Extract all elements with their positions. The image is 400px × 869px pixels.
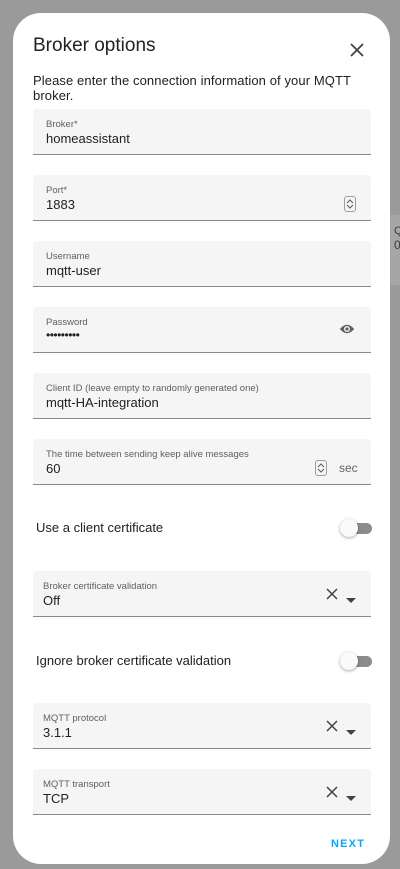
keepalive-stepper-icon[interactable] bbox=[315, 460, 327, 476]
toggle-thumb bbox=[340, 519, 358, 537]
mqtt-protocol-value: 3.1.1 bbox=[43, 725, 72, 740]
mqtt-transport-value: TCP bbox=[43, 791, 69, 806]
keepalive-value: 60 bbox=[46, 461, 61, 476]
background-text: Q bbox=[394, 225, 400, 237]
clear-icon[interactable] bbox=[326, 587, 338, 605]
keepalive-field[interactable]: The time between sending keep alive mess… bbox=[33, 439, 371, 485]
close-button[interactable] bbox=[342, 35, 372, 65]
username-value: mqtt-user bbox=[46, 263, 101, 278]
port-value: 1883 bbox=[46, 197, 75, 212]
use-client-certificate-toggle[interactable] bbox=[340, 519, 374, 537]
next-button[interactable]: NEXT bbox=[331, 838, 365, 850]
broker-cert-validation-select[interactable]: Broker certificate validation Off bbox=[33, 571, 371, 617]
broker-cert-validation-value: Off bbox=[43, 593, 61, 608]
broker-cert-validation-label: Broker certificate validation bbox=[43, 581, 158, 592]
client-id-field[interactable]: Client ID (leave empty to randomly gener… bbox=[33, 373, 371, 419]
username-label: Username bbox=[46, 251, 90, 262]
keepalive-label: The time between sending keep alive mess… bbox=[46, 449, 249, 460]
mqtt-protocol-label: MQTT protocol bbox=[43, 713, 107, 724]
toggle-thumb bbox=[340, 652, 358, 670]
mqtt-transport-select[interactable]: MQTT transport TCP bbox=[33, 769, 371, 815]
password-value: ••••••••• bbox=[46, 328, 80, 342]
clear-icon[interactable] bbox=[326, 719, 338, 737]
broker-field[interactable]: Broker* homeassistant bbox=[33, 109, 371, 155]
show-password-icon[interactable] bbox=[339, 322, 355, 340]
keepalive-suffix: sec bbox=[339, 461, 358, 475]
dropdown-arrow-icon[interactable] bbox=[346, 723, 356, 741]
port-stepper-icon[interactable] bbox=[344, 196, 356, 212]
dialog-description: Please enter the connection information … bbox=[33, 73, 351, 103]
background-text: 0 bbox=[394, 238, 400, 252]
mqtt-transport-label: MQTT transport bbox=[43, 779, 110, 790]
dialog-title: Broker options bbox=[33, 35, 156, 56]
clear-icon[interactable] bbox=[326, 785, 338, 803]
broker-value: homeassistant bbox=[46, 131, 130, 146]
client-id-label: Client ID (leave empty to randomly gener… bbox=[46, 383, 259, 394]
use-client-certificate-label: Use a client certificate bbox=[36, 520, 164, 535]
broker-options-dialog: Broker options Please enter the connecti… bbox=[13, 13, 390, 864]
ignore-broker-cert-validation-label: Ignore broker certificate validation bbox=[36, 653, 232, 668]
ignore-broker-cert-validation-toggle[interactable] bbox=[340, 652, 374, 670]
mqtt-protocol-select[interactable]: MQTT protocol 3.1.1 bbox=[33, 703, 371, 749]
port-field[interactable]: Port* 1883 bbox=[33, 175, 371, 221]
password-field[interactable]: Password ••••••••• bbox=[33, 307, 371, 353]
password-label: Password bbox=[46, 317, 88, 328]
broker-label: Broker* bbox=[46, 119, 78, 130]
username-field[interactable]: Username mqtt-user bbox=[33, 241, 371, 287]
port-label: Port* bbox=[46, 185, 68, 196]
dropdown-arrow-icon[interactable] bbox=[346, 789, 356, 807]
client-id-value: mqtt-HA-integration bbox=[46, 395, 159, 410]
dropdown-arrow-icon[interactable] bbox=[346, 591, 356, 609]
close-icon bbox=[350, 43, 364, 57]
